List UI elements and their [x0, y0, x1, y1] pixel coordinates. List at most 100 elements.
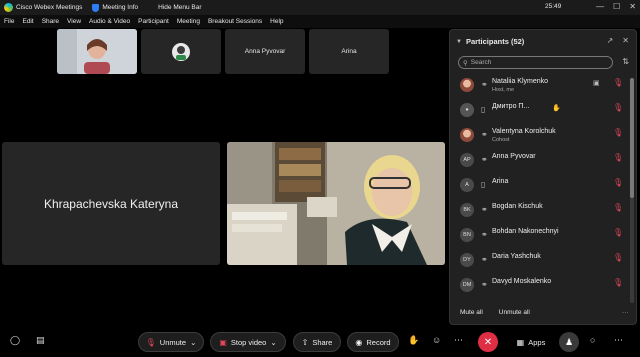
stop-video-label: Stop video — [230, 337, 267, 347]
avatar: BN — [460, 228, 474, 242]
avatar — [460, 128, 474, 142]
raise-hand-icon[interactable]: ✋ — [408, 335, 419, 346]
list-item[interactable]: ⚭ Nataliia Klymenko Host, me ▣ 🎙 — [450, 74, 630, 99]
apps-button[interactable]: ▦ Apps — [510, 332, 552, 352]
app-title: Cisco Webex Meetings — [16, 4, 83, 11]
list-item[interactable]: DY ⚭ Daria Yashchuk 🎙 — [450, 249, 630, 274]
collapse-chevron-icon[interactable]: ▼ — [456, 39, 462, 45]
participant-name: Bohdan Nakonechnyi — [492, 228, 559, 235]
record-icon: ◉ — [355, 337, 363, 347]
muted-mic-icon[interactable]: 🎙 — [613, 128, 623, 137]
computer-audio-icon: ⚭ — [481, 230, 488, 239]
meeting-info-shield-icon[interactable] — [92, 3, 100, 12]
share-label: Share — [312, 337, 333, 347]
avatar-photo-icon — [172, 42, 190, 61]
unmute-all-button[interactable]: Unmute all — [499, 309, 530, 316]
menu-file[interactable]: File — [4, 18, 14, 25]
leave-meeting-button[interactable]: ✕ — [478, 332, 498, 352]
meeting-info-button[interactable]: Meeting Info — [102, 4, 138, 11]
active-speaker-video[interactable] — [227, 142, 445, 265]
participant-name: Valentyna Korolchuk — [492, 128, 556, 135]
participant-name: Nataliia Klymenko — [492, 78, 549, 85]
list-item[interactable]: A ▯ Arina 🎙 — [450, 174, 630, 199]
participants-footer: Mute all Unmute all ··· — [460, 309, 629, 316]
search-placeholder: Search — [470, 59, 492, 66]
muted-mic-icon: 🎙 — [145, 337, 156, 347]
unmute-button[interactable]: 🎙 Unmute ⌄ — [138, 332, 204, 352]
computer-audio-icon: ⚭ — [481, 205, 488, 214]
list-item[interactable]: AP ⚭ Anna Pyvovar 🎙 — [450, 149, 630, 174]
muted-mic-icon[interactable]: 🎙 — [613, 153, 623, 162]
participant-list-scrollbar[interactable] — [630, 78, 634, 303]
hide-menu-bar-button[interactable]: Hide Menu Bar — [158, 4, 201, 11]
mute-all-button[interactable]: Mute all — [460, 309, 483, 316]
video-tile-avatar[interactable] — [141, 29, 221, 74]
muted-mic-icon[interactable]: 🎙 — [613, 278, 623, 287]
muted-mic-icon[interactable]: 🎙 — [613, 253, 623, 262]
close-window-button[interactable]: ✕ — [629, 2, 636, 11]
participant-video — [57, 29, 137, 74]
muted-mic-icon[interactable]: 🎙 — [613, 228, 623, 237]
menu-help[interactable]: Help — [270, 18, 283, 25]
video-tile-khrapachevska[interactable]: Khrapachevska Kateryna — [2, 142, 220, 265]
menu-bar: File Edit Share View Audio & Video Parti… — [0, 15, 640, 28]
tile-name: Khrapachevska Kateryna — [43, 196, 179, 211]
avatar: AP — [460, 153, 474, 167]
list-item[interactable]: BK ⚭ Bogdan Kischuk 🎙 — [450, 199, 630, 224]
sort-icon[interactable]: ⇅ — [622, 57, 629, 66]
list-item[interactable]: DM ⚭ Davyd Moskalenko 🎙 — [450, 274, 630, 299]
video-tile-anna[interactable]: Anna Pyvovar — [225, 29, 305, 74]
participants-header[interactable]: ▼ Participants (52) — [456, 37, 524, 46]
menu-meeting[interactable]: Meeting — [177, 18, 200, 25]
popout-icon[interactable]: ↗ — [607, 36, 614, 45]
video-tile-self[interactable] — [57, 29, 137, 74]
avatar: DY — [460, 253, 474, 267]
participant-name: Дмитро П... — [492, 103, 530, 110]
reactions-smiley-icon[interactable]: ☺ — [432, 335, 441, 345]
participants-title: Participants (52) — [465, 37, 525, 46]
more-panels-icon[interactable]: ⋯ — [614, 335, 623, 346]
tile-name: Anna Pyvovar — [244, 48, 286, 55]
muted-mic-icon[interactable]: 🎙 — [613, 178, 623, 187]
webex-logo-icon — [4, 3, 13, 12]
meeting-clock: 25:49 — [545, 3, 562, 10]
chat-icon[interactable]: ○ — [590, 335, 595, 345]
muted-mic-icon[interactable]: 🎙 — [613, 78, 623, 87]
list-item[interactable]: ● ▯ Дмитро П... ✋ 🎙 — [450, 99, 630, 124]
menu-participant[interactable]: Participant — [138, 18, 169, 25]
meeting-controls-bar: ◯ ▤ 🎙 Unmute ⌄ ▣ Stop video ⌄ ⇧ Share ◉ … — [0, 328, 640, 357]
menu-audio-video[interactable]: Audio & Video — [89, 18, 130, 25]
list-item[interactable]: ⚭ Valentyna Korolchuk Cohost 🎙 — [450, 124, 630, 149]
maximize-button[interactable]: ☐ — [613, 2, 620, 11]
camera-icon[interactable]: ▣ — [593, 79, 600, 87]
menu-view[interactable]: View — [67, 18, 81, 25]
phone-icon: ▯ — [481, 180, 486, 189]
computer-audio-icon: ⚭ — [481, 280, 488, 289]
participant-name: Davyd Moskalenko — [492, 278, 552, 285]
participant-list: ⚭ Nataliia Klymenko Host, me ▣ 🎙 ● ▯ Дми… — [450, 74, 630, 299]
minimize-button[interactable]: — — [596, 2, 604, 11]
more-options-icon[interactable]: ⋯ — [454, 335, 463, 346]
avatar: DM — [460, 278, 474, 292]
record-button[interactable]: ◉ Record — [347, 332, 399, 352]
computer-audio-icon: ⚭ — [481, 130, 488, 139]
muted-mic-icon[interactable]: 🎙 — [613, 103, 623, 112]
share-button[interactable]: ⇧ Share — [293, 332, 341, 352]
more-options-button[interactable]: ··· — [622, 309, 629, 316]
stop-video-button[interactable]: ▣ Stop video ⌄ — [210, 332, 286, 352]
menu-edit[interactable]: Edit — [22, 18, 33, 25]
reactions-icon[interactable]: ◯ — [10, 335, 20, 346]
participant-search-input[interactable]: ⚲ Search — [458, 56, 613, 69]
close-icon: ✕ — [483, 336, 493, 348]
participant-name: Anna Pyvovar — [492, 153, 536, 160]
participants-button[interactable]: ♟ — [559, 332, 579, 352]
video-tile-arina[interactable]: Arina — [309, 29, 389, 74]
muted-mic-icon[interactable]: 🎙 — [613, 203, 623, 212]
captions-icon[interactable]: ▤ — [36, 335, 45, 346]
avatar: ● — [460, 103, 474, 117]
close-panel-icon[interactable]: ✕ — [622, 36, 629, 45]
menu-share[interactable]: Share — [42, 18, 59, 25]
list-item[interactable]: BN ⚭ Bohdan Nakonechnyi 🎙 — [450, 224, 630, 249]
menu-breakout-sessions[interactable]: Breakout Sessions — [208, 18, 262, 25]
avatar: BK — [460, 203, 474, 217]
